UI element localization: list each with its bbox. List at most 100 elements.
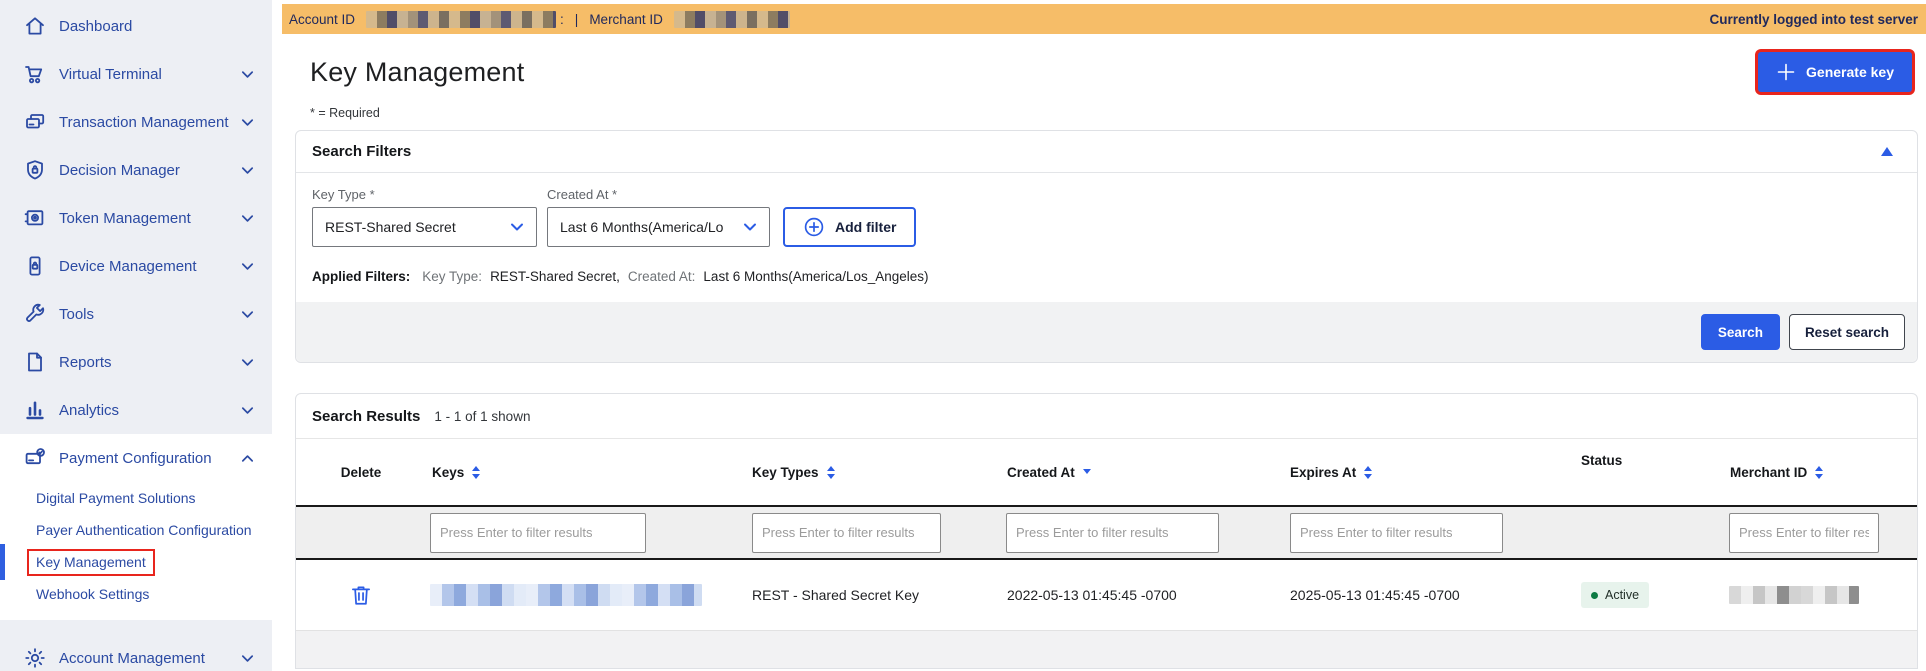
colon-separator: : [560,11,564,27]
chevron-down-icon [240,67,255,82]
sidebar-subitem-label: Webhook Settings [36,586,150,602]
key-type-label: Key Type * [312,187,375,202]
table-row: REST - Shared Secret Key 2022-05-13 01:4… [296,560,1917,631]
sort-desc-icon[interactable] [1082,468,1092,476]
pipe-separator: | [574,11,579,27]
trash-icon [352,586,370,605]
chevron-down-icon [240,259,255,274]
sort-icon[interactable] [471,465,481,480]
redacted-key-value [430,584,702,606]
sidebar-item-tools[interactable]: Tools [0,290,272,338]
chevron-down-icon [240,307,255,322]
key-types-filter-input[interactable] [752,512,941,553]
applied-key-type-label: Key Type: [422,269,483,284]
card-check-icon [22,446,47,471]
column-header-delete: Delete [340,464,382,480]
chevron-down-icon [240,163,255,178]
sidebar-item-label: Decision Manager [59,161,180,179]
generate-key-label: Generate key [1806,64,1894,80]
search-filters-panel: Search Filters Key Type * Created At * R… [295,130,1918,363]
sidebar-item-label: Account Management [59,649,205,667]
sidebar-item-virtual-terminal[interactable]: Virtual Terminal [0,50,272,98]
sidebar-item-account-management[interactable]: Account Management [0,634,272,671]
vault-icon [22,206,47,231]
sidebar-item-label: Analytics [59,401,120,419]
keys-filter-input[interactable] [430,512,646,553]
search-button[interactable]: Search [1700,314,1780,350]
chevron-down-icon [240,211,255,226]
sort-icon[interactable] [1814,465,1824,480]
payment-configuration-group: Payment Configuration Digital Payment So… [0,434,272,620]
delete-key-button[interactable] [348,582,374,608]
search-results-panel: Search Results 1 - 1 of 1 shown Delete K… [295,393,1918,669]
sidebar-item-analytics[interactable]: Analytics [0,386,272,434]
page-body: Key Management Generate key * = Required… [282,34,1926,669]
sidebar-item-reports[interactable]: Reports [0,338,272,386]
reset-search-button[interactable]: Reset search [1788,314,1905,350]
created-at-select[interactable]: Last 6 Months(America/Lo [547,207,770,247]
environment-topbar: Account ID : | Merchant ID Currently log… [282,4,1926,34]
redacted-merchant-id [673,10,790,28]
sidebar-subitem-webhook-settings[interactable]: Webhook Settings [0,578,272,610]
expires-at-filter-input[interactable] [1290,512,1503,553]
expires-at-cell: 2025-05-13 01:45:45 -0700 [1290,587,1460,603]
sort-icon[interactable] [826,465,836,480]
created-at-cell: 2022-05-13 01:45:45 -0700 [1007,587,1177,603]
add-filter-button[interactable]: Add filter [783,207,917,247]
sidebar-item-label: Transaction Management [59,113,229,131]
applied-created-at-label: Created At: [627,269,696,284]
key-type-value: REST-Shared Secret [325,219,456,235]
applied-filters-label: Applied Filters: [312,269,411,284]
sidebar-item-transaction-management[interactable]: Transaction Management [0,98,272,146]
chevron-down-icon [744,223,756,231]
results-footer [296,631,1917,668]
merchant-id-label: Merchant ID [589,11,663,27]
sidebar-subitem-payer-authentication-configuration[interactable]: Payer Authentication Configuration [0,514,272,546]
sidebar-subitem-label: Key Management [36,553,146,570]
required-note: * = Required [310,106,380,120]
status-badge: Active [1581,582,1650,608]
column-header-key-types: Key Types [752,464,819,480]
generate-key-button[interactable]: Generate key [1758,52,1912,92]
sidebar-subitem-label: Digital Payment Solutions [36,490,196,506]
chevron-down-icon [240,115,255,130]
sidebar-item-decision-manager[interactable]: Decision Manager [0,146,272,194]
sidebar-item-label: Virtual Terminal [59,65,162,83]
results-table-header: Delete Keys Key Types Created At Expires… [296,439,1917,505]
created-at-label: Created At * [547,187,618,202]
redacted-row-merchant-id [1729,586,1859,605]
sidebar-item-token-management[interactable]: Token Management [0,194,272,242]
gear-icon [22,646,47,671]
applied-key-type-value: REST-Shared Secret, [490,269,620,284]
bar-chart-icon [22,398,47,423]
page-title: Key Management [310,56,525,87]
main-content: Account ID : | Merchant ID Currently log… [282,0,1926,671]
created-at-filter-input[interactable] [1006,512,1219,553]
sidebar-item-payment-configuration[interactable]: Payment Configuration [0,434,272,482]
shield-lock-icon [22,158,47,183]
redacted-account-id [366,10,557,28]
collapse-panel-icon[interactable] [1881,147,1893,156]
merchant-id-filter-input[interactable] [1729,512,1879,553]
key-type-select[interactable]: REST-Shared Secret [312,207,537,247]
sidebar-item-label: Tools [59,305,95,323]
status-label: Active [1605,588,1640,602]
environment-message: Currently logged into test server [1709,11,1918,27]
chevron-down-icon [240,355,255,370]
column-header-created-at: Created At [1007,464,1075,480]
sidebar-item-device-management[interactable]: Device Management [0,242,272,290]
sidebar-subitem-key-management[interactable]: Key Management [0,544,272,580]
active-dot-icon [1591,591,1598,599]
add-filter-label: Add filter [835,219,897,235]
column-header-merchant-id: Merchant ID [1730,464,1808,480]
sidebar-item-label: Dashboard [59,17,133,35]
sidebar-subitem-digital-payment-solutions[interactable]: Digital Payment Solutions [0,482,272,514]
home-icon [22,14,47,39]
device-lock-icon [22,254,47,279]
sidebar-item-label: Device Management [59,257,197,275]
cart-icon [22,62,47,87]
applied-created-at-value: Last 6 Months(America/Los_Angeles) [703,269,929,284]
sidebar-item-dashboard[interactable]: Dashboard [0,2,272,50]
sort-icon[interactable] [1363,465,1373,480]
chevron-down-icon [240,403,255,418]
